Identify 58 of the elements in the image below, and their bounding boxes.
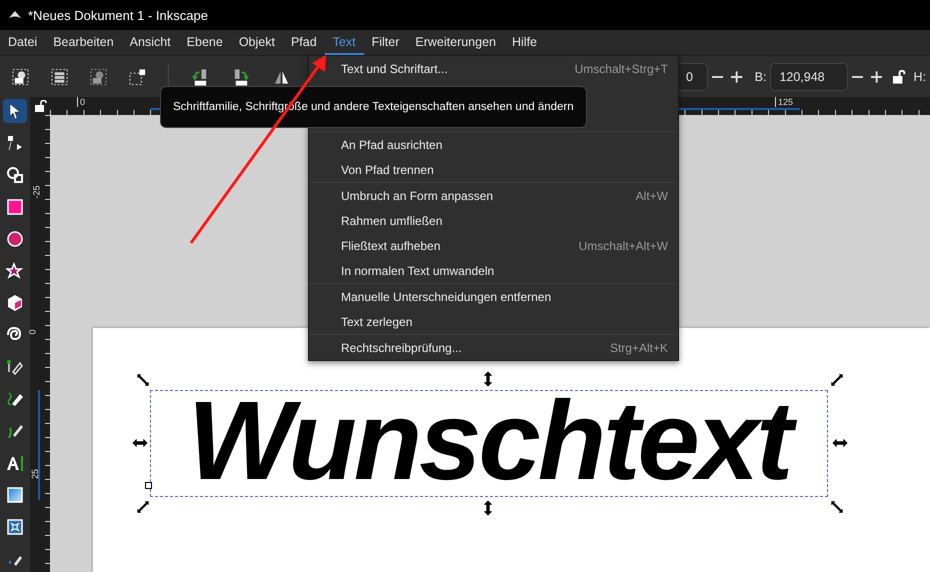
resize-handle-icon[interactable] xyxy=(830,373,844,387)
resize-handle-icon[interactable] xyxy=(482,371,494,387)
ruler-label: 0 xyxy=(28,330,38,334)
menu-item[interactable]: Ansicht xyxy=(122,30,179,55)
pen-icon xyxy=(6,358,24,376)
menu-item[interactable]: Bearbeiten xyxy=(45,30,122,55)
menu-entry[interactable]: An Pfad ausrichten xyxy=(309,132,678,157)
resize-handle-icon[interactable] xyxy=(830,500,844,514)
lock-icon[interactable] xyxy=(892,70,906,84)
menu-item[interactable]: Objekt xyxy=(230,30,283,55)
menu-item[interactable]: Erweiterungen xyxy=(407,30,504,55)
tool-button[interactable] xyxy=(3,99,27,123)
plus-icon[interactable] xyxy=(731,70,743,82)
menu-item[interactable]: Ebene xyxy=(178,30,231,55)
anchor-handle[interactable] xyxy=(145,482,152,489)
ruler-label: 125 xyxy=(775,97,794,107)
toolbar-icon[interactable] xyxy=(129,68,146,86)
menu-item[interactable]: Hilfe xyxy=(504,30,546,55)
brush-icon xyxy=(6,422,24,440)
width-label: B: xyxy=(754,70,766,84)
height-label: H: xyxy=(914,70,926,84)
cube-icon xyxy=(6,294,24,312)
lock-icon[interactable] xyxy=(35,100,47,112)
menu-entry[interactable]: Text zerlegen xyxy=(309,309,678,334)
ruler-label: 0 xyxy=(77,97,86,107)
gradient-icon xyxy=(6,486,24,504)
rotate-right-icon[interactable] xyxy=(232,68,252,86)
menu-entry[interactable]: Umbruch an Form anpassen Alt+W xyxy=(309,183,678,208)
canvas-text[interactable]: Wunschtext xyxy=(146,385,832,497)
resize-handle-icon[interactable] xyxy=(832,437,848,449)
circle-icon xyxy=(6,230,24,248)
resize-handle-icon[interactable] xyxy=(136,500,150,514)
plus-icon[interactable] xyxy=(870,70,882,82)
square-icon xyxy=(6,198,24,216)
menu-entry[interactable]: Fließtext aufheben Umschalt+Alt+W xyxy=(309,233,678,258)
menu-entry[interactable]: Rahmen umfließen xyxy=(309,208,678,233)
resize-handle-icon[interactable] xyxy=(132,437,148,449)
resize-handle-icon[interactable] xyxy=(482,500,494,516)
menu-item[interactable]: Pfad xyxy=(282,30,325,55)
pencil-icon xyxy=(6,390,24,408)
menu-item[interactable]: Datei xyxy=(0,30,46,55)
ruler-label: 25 xyxy=(30,469,40,479)
ruler-label: -25 xyxy=(32,186,42,198)
mesh-icon xyxy=(6,518,24,536)
window-title: *Neues Dokument 1 - Inkscape xyxy=(28,8,208,22)
app-logo-icon xyxy=(8,10,22,20)
menu-entry[interactable]: Text und Schriftart... Umschalt+Strg+T xyxy=(309,56,678,81)
menu-entry[interactable]: Von Pfad trennen xyxy=(309,157,678,182)
menu-entry[interactable]: Rechtschreibprüfung... Strg+Alt+K xyxy=(309,335,678,360)
text-tool-icon xyxy=(6,454,24,472)
menu-entry[interactable]: In normalen Text umwandeln xyxy=(309,258,678,283)
node-icon xyxy=(6,134,24,152)
width-field[interactable]: 120,948 xyxy=(770,62,848,90)
menu-entry[interactable]: Manuelle Unterschneidungen entfernen xyxy=(309,284,678,309)
shapes-icon xyxy=(6,166,24,184)
resize-handle-icon[interactable] xyxy=(136,373,150,387)
menu-item[interactable]: Filter xyxy=(364,30,408,55)
star-icon xyxy=(6,262,24,280)
